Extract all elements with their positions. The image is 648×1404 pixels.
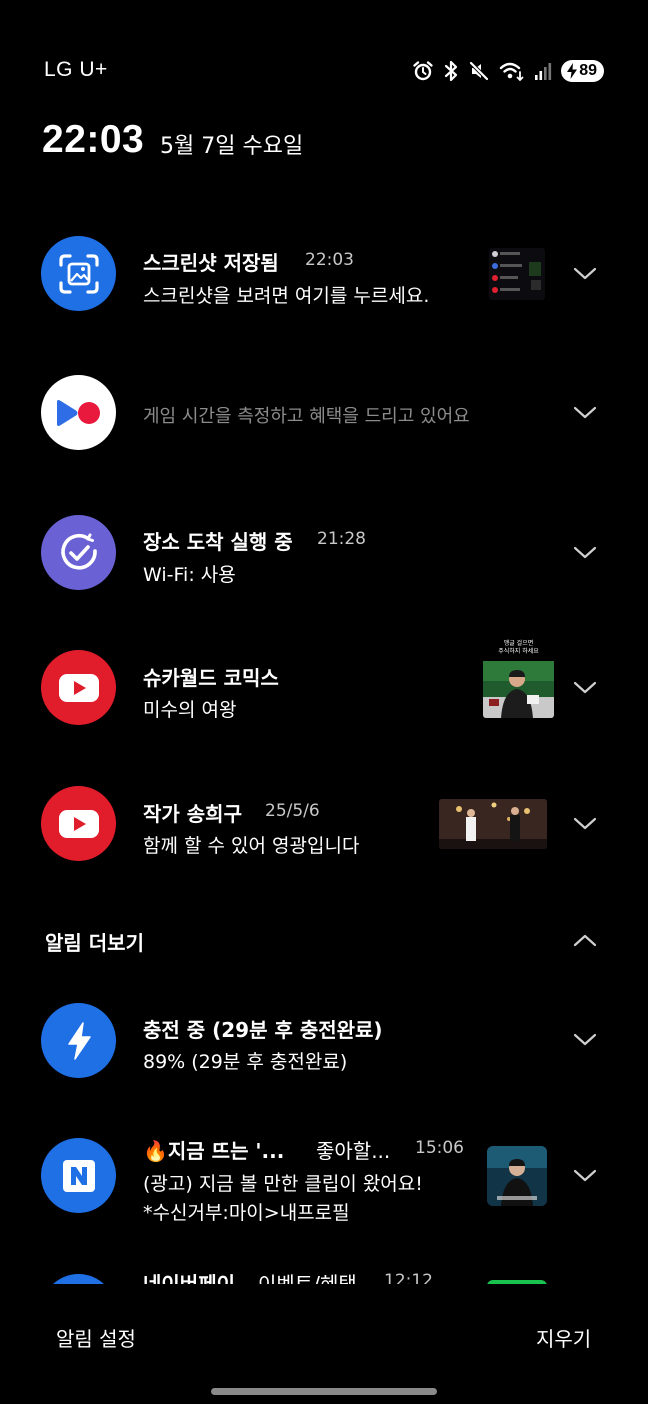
status-bar: LG U+ 89 [0, 0, 648, 82]
video-thumbnail[interactable]: 맹글 걸으면 주식하지 하세요 [483, 637, 554, 718]
battery-charging-icon [567, 63, 578, 79]
notification-time: 15:06 [415, 1138, 464, 1158]
signal-icon [535, 63, 552, 80]
notification-charging[interactable]: 충전 중 (29분 후 충전완료) 89% (29분 후 충전완료) [0, 985, 648, 1095]
notification-body: 스크린샷을 보려면 여기를 누르세요. [143, 285, 430, 307]
notification-title: 작가 송희구 [143, 802, 242, 826]
youtube-icon [41, 650, 116, 725]
screenshot-icon [41, 236, 116, 311]
notification-youtube-shuka[interactable]: 슈카월드 코믹스 미수의 여왕 맹글 걸으면 주식하지 하세요 [0, 632, 648, 742]
naver-icon [41, 1138, 116, 1213]
notification-youtube-author[interactable]: 작가 송희구 25/5/6 함께 할 수 있어 영광입니다 [0, 768, 648, 878]
notification-body: Wi-Fi: 사용 [143, 564, 236, 586]
clip-thumbnail[interactable] [487, 1146, 547, 1206]
notification-time: 25/5/6 [265, 801, 320, 821]
mute-icon [469, 61, 489, 81]
chevron-down-icon[interactable] [572, 680, 598, 696]
notification-title: 슈카월드 코믹스 [143, 666, 279, 690]
routine-check-icon [41, 515, 116, 590]
notification-body: 89% (29분 후 충전완료) [143, 1051, 348, 1073]
notification-subtitle: 좋아할... [316, 1139, 391, 1163]
wifi-icon [500, 62, 524, 82]
notification-naver[interactable]: 🔥지금 뜨는 '... 좋아할... 15:06 (광고) 지금 볼 만한 클립… [0, 1120, 648, 1240]
notification-body: 미수의 여왕 [143, 699, 237, 721]
clock: 22:03 [42, 118, 145, 161]
notification-naverpay[interactable]: 네이버페이 이벤트/혜택 12:12 [0, 1266, 648, 1284]
video-thumbnail[interactable] [439, 799, 547, 849]
status-icons: 89 [412, 58, 604, 84]
chevron-down-icon[interactable] [572, 816, 598, 832]
notification-title: 충전 중 (29분 후 충전완료) [143, 1018, 383, 1042]
notification-body-line2: *수신거부:마이>내프로필 [143, 1202, 350, 1224]
chevron-down-icon[interactable] [572, 1168, 598, 1184]
screenshot-thumbnail[interactable] [489, 248, 545, 300]
home-indicator[interactable] [211, 1388, 437, 1395]
notification-title: 스크린샷 저장됨 [143, 251, 279, 275]
notification-time: 12:12 [384, 1271, 433, 1284]
chevron-down-icon[interactable] [572, 1032, 598, 1048]
notification-settings-button[interactable]: 알림 설정 [56, 1323, 136, 1352]
notification-subtitle: 이벤트/혜택 [258, 1272, 357, 1284]
chevron-up-icon[interactable] [572, 932, 598, 948]
notification-body: (광고) 지금 볼 만한 클립이 왔어요! [143, 1173, 423, 1195]
youtube-icon [41, 786, 116, 861]
thumbnail-caption: 맹글 걸으면 주식하지 하세요 [498, 640, 539, 655]
notification-title: 🔥지금 뜨는 '... [143, 1139, 285, 1163]
game-record-icon [41, 375, 116, 450]
chevron-down-icon[interactable] [572, 405, 598, 421]
battery-indicator: 89 [561, 60, 604, 82]
chevron-down-icon[interactable] [572, 545, 598, 561]
notification-time: 21:28 [317, 529, 366, 549]
bluetooth-icon [445, 60, 458, 82]
notification-time: 22:03 [305, 250, 354, 270]
naverpay-icon [41, 1274, 116, 1284]
date: 5월 7일 수요일 [160, 134, 304, 159]
clear-all-button[interactable]: 지우기 [536, 1323, 591, 1352]
notification-routine[interactable]: 장소 도착 실행 중 21:28 Wi-Fi: 사용 [0, 497, 648, 607]
carrier-name: LG U+ [44, 58, 108, 81]
chevron-down-icon[interactable] [572, 266, 598, 282]
notification-title: 네이버페이 [143, 1272, 235, 1284]
naverpay-thumbnail [487, 1280, 547, 1284]
charging-bolt-icon [41, 1003, 116, 1078]
notification-body: 게임 시간을 측정하고 혜택을 드리고 있어요 [143, 406, 470, 427]
notification-body: 함께 할 수 있어 영광입니다 [143, 835, 360, 857]
more-notifications-header[interactable]: 알림 더보기 [45, 927, 144, 956]
battery-level: 89 [579, 62, 597, 79]
alarm-icon [413, 61, 433, 81]
notification-game-time[interactable]: 게임 시간을 측정하고 혜택을 드리고 있어요 [0, 357, 648, 467]
notification-title: 장소 도착 실행 중 [143, 530, 293, 554]
notification-screenshot[interactable]: 스크린샷 저장됨 22:03 스크린샷을 보려면 여기를 누르세요. [0, 218, 648, 328]
